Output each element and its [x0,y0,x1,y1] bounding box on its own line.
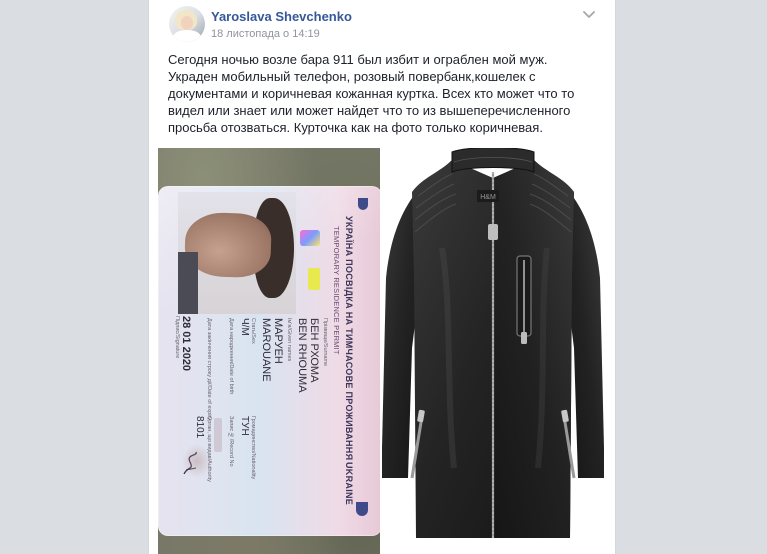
surname-ua: БЕН РХОМА [308,318,320,383]
record-label: Запис №/Record No [228,416,234,467]
yellow-redaction [308,268,320,290]
svg-text:H&M: H&M [480,194,496,201]
dob-label: Дата народження/Date of birth [228,318,234,395]
authority-value: 8101 [194,416,205,439]
sex-value: Ч/M [239,318,250,336]
post-timestamp[interactable]: 18 листопада о 14:19 [211,28,320,40]
surname-en: BEN RHOUMA [296,318,308,393]
chevron-down-icon[interactable] [581,8,597,22]
post-body-text: Сегодня ночью возле бара 911 был избит и… [168,52,575,135]
given-name-en: MAROUANE [260,318,272,382]
nationality-value: ТУН [239,416,250,436]
hologram-icon [300,230,320,246]
facebook-post: Yaroslava Shevchenko 18 листопада о 14:1… [148,0,616,554]
trident-emblem-icon [356,502,368,516]
sex-label: Стать/Sex [250,318,256,344]
author-name-link[interactable]: Yaroslava Shevchenko [211,9,352,24]
card-header-ukraine: UKRAINE [344,462,354,506]
record-number-redaction [214,418,222,452]
expiry-date: 28 01 2020 [180,316,192,372]
avatar-face [181,16,193,30]
avatar-shirt [173,30,201,42]
nationality-label: Громадянство/Nationality [250,416,256,480]
card-holder-photo [178,192,296,314]
residence-permit-card: УКРАЇНА ПОСВІДКА НА ТИМЧАСОВЕ ПРОЖИВАННЯ… [158,186,380,536]
page-background-right [616,0,767,554]
given-names-label: Ім'я/Given names [286,318,292,362]
leather-jacket-image: H&M [382,148,604,538]
trident-emblem-icon [358,198,368,210]
photo-leather-jacket[interactable]: H&M [382,148,604,554]
card-ghost-photo [182,444,212,478]
expiry-label: Дата закінчення строку дії/Date of expir… [206,318,212,421]
given-name-ua: МАРУЕН [272,318,284,364]
card-header-en: TEMPORARY RESIDENCE PERMIT [332,226,341,355]
signature-label: Підпис/Signature [174,316,180,359]
author-avatar[interactable] [169,6,205,42]
card-header-ua: УКРАЇНА ПОСВІДКА НА ТИМЧАСОВЕ ПРОЖИВАННЯ [344,216,354,461]
holder-shirt [178,252,198,314]
page-background-left [0,0,148,554]
photo-residence-permit[interactable]: УКРАЇНА ПОСВІДКА НА ТИМЧАСОВЕ ПРОЖИВАННЯ… [158,148,380,554]
surname-label: Прізвище/Surname [322,318,328,367]
